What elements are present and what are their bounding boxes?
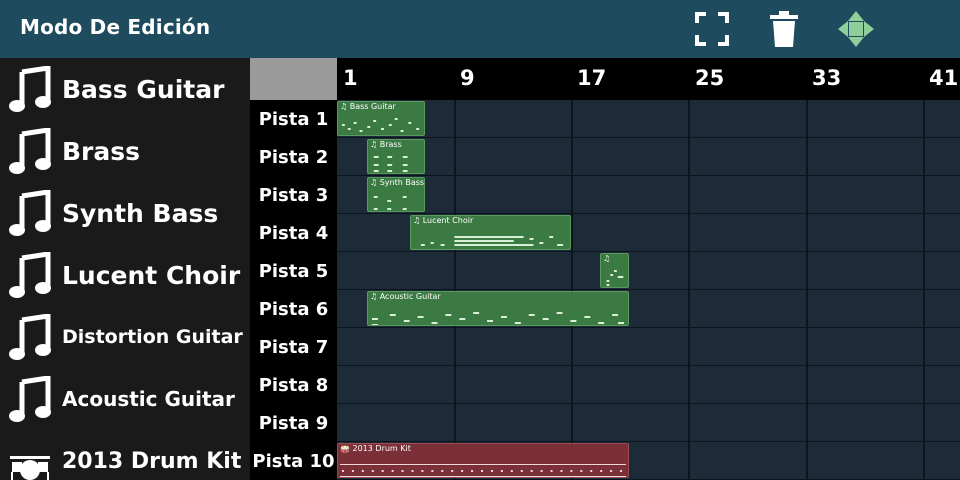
bar-line <box>688 100 690 480</box>
ruler-marker: 17 <box>577 66 607 90</box>
music-note-icon <box>9 66 51 112</box>
music-note-icon <box>9 128 51 174</box>
clip-drum-kit[interactable]: 🥁 2013 Drum Kit <box>337 443 629 478</box>
clip-notes <box>341 118 420 132</box>
grid-row <box>337 328 960 366</box>
instrument-label: Bass Guitar <box>62 74 225 104</box>
instrument-item-synth-bass[interactable]: Synth Bass <box>0 182 250 244</box>
move-arrows-icon <box>838 11 874 47</box>
clip-synth-bass[interactable]: ♫ Synth Bass <box>367 177 425 212</box>
clip-title: ♫ Bass Guitar <box>340 102 396 111</box>
clip-acoustic-guitar[interactable]: ♫ Acoustic Guitar <box>367 291 629 326</box>
ruler-marker: 41 <box>929 66 959 90</box>
ruler-corner <box>250 58 337 100</box>
clip-notes <box>606 270 624 286</box>
clip-notes <box>373 196 407 210</box>
clip-notes <box>339 464 627 477</box>
music-note-icon <box>9 190 51 236</box>
ruler-marker: 1 <box>343 66 358 90</box>
move-button[interactable] <box>836 9 876 49</box>
instrument-item-lucent-choir[interactable]: Lucent Choir <box>0 244 250 306</box>
track-label-1[interactable]: Pista 1 <box>250 100 337 138</box>
clip-title: ♫ Lucent Choir <box>413 216 474 225</box>
bar-line <box>454 100 456 480</box>
instrument-list: Bass Guitar Brass Synth Bass Lucent Choi… <box>0 58 250 480</box>
track-label-3[interactable]: Pista 3 <box>250 176 337 214</box>
ruler-marker: 33 <box>812 66 842 90</box>
music-note-icon <box>9 376 51 422</box>
instrument-label: 2013 Drum Kit <box>62 448 242 474</box>
instrument-label: Distortion Guitar <box>62 326 243 348</box>
instrument-label: Lucent Choir <box>62 260 241 290</box>
clip-title: ♫ Brass <box>370 140 402 149</box>
timeline-ruler[interactable]: 1 9 17 25 33 41 <box>337 58 960 100</box>
track-label-8[interactable]: Pista 8 <box>250 366 337 404</box>
drum-kit-icon <box>10 456 50 480</box>
clip-title: ♫ Synth Bass <box>370 178 425 187</box>
delete-button[interactable] <box>764 9 804 49</box>
instrument-label: Acoustic Guitar <box>62 387 235 411</box>
page-title: Modo De Edición <box>20 15 211 39</box>
bar-line <box>806 100 808 480</box>
instrument-item-acoustic-guitar[interactable]: Acoustic Guitar <box>0 368 250 430</box>
instrument-item-bass-guitar[interactable]: Bass Guitar <box>0 58 250 120</box>
music-note-icon <box>9 314 51 360</box>
fullscreen-button[interactable] <box>692 9 732 49</box>
header-bar: Modo De Edición <box>0 0 960 58</box>
grid-row <box>337 404 960 442</box>
grid-row <box>337 138 960 176</box>
track-label-column: Pista 1 Pista 2 Pista 3 Pista 4 Pista 5 … <box>250 100 337 480</box>
fullscreen-icon <box>695 12 729 46</box>
grid-row <box>337 252 960 290</box>
grid-row <box>337 366 960 404</box>
instrument-item-distortion-guitar[interactable]: Distortion Guitar <box>0 306 250 368</box>
clip-bass-guitar[interactable]: ♫ Bass Guitar <box>337 101 425 136</box>
grid-row <box>337 100 960 138</box>
bar-line <box>571 100 573 480</box>
instrument-item-brass[interactable]: Brass <box>0 120 250 182</box>
ruler-marker: 25 <box>695 66 725 90</box>
track-label-6[interactable]: Pista 6 <box>250 290 337 328</box>
arrangement-grid[interactable]: ♫ Bass Guitar ♫ Brass ♫ Synth Bass ♫ Luc… <box>337 100 960 480</box>
instrument-label: Brass <box>62 136 141 166</box>
clip-brass[interactable]: ♫ Brass <box>367 139 425 174</box>
instrument-label: Synth Bass <box>62 198 219 228</box>
track-label-7[interactable]: Pista 7 <box>250 328 337 366</box>
clip-title: ♫ <box>603 254 611 263</box>
grid-row <box>337 176 960 214</box>
track-label-10[interactable]: Pista 10 <box>250 442 337 480</box>
ruler-marker: 9 <box>460 66 475 90</box>
clip-notes <box>373 156 408 172</box>
clip-notes <box>420 236 564 246</box>
clip-notes <box>371 312 625 325</box>
editor-app: Modo De Edición Bass Guitar Brass Synth … <box>0 0 960 480</box>
instrument-item-drum-kit[interactable]: 2013 Drum Kit <box>0 430 250 480</box>
music-note-icon <box>9 252 51 298</box>
clip-distortion-guitar[interactable]: ♫ <box>600 253 629 288</box>
clip-title: 🥁 2013 Drum Kit <box>340 444 411 453</box>
track-label-9[interactable]: Pista 9 <box>250 404 337 442</box>
track-label-4[interactable]: Pista 4 <box>250 214 337 252</box>
track-label-2[interactable]: Pista 2 <box>250 138 337 176</box>
clip-title: ♫ Acoustic Guitar <box>370 292 441 301</box>
track-label-5[interactable]: Pista 5 <box>250 252 337 290</box>
clip-lucent-choir[interactable]: ♫ Lucent Choir <box>410 215 571 250</box>
bar-line <box>923 100 925 480</box>
trash-icon <box>770 11 798 47</box>
